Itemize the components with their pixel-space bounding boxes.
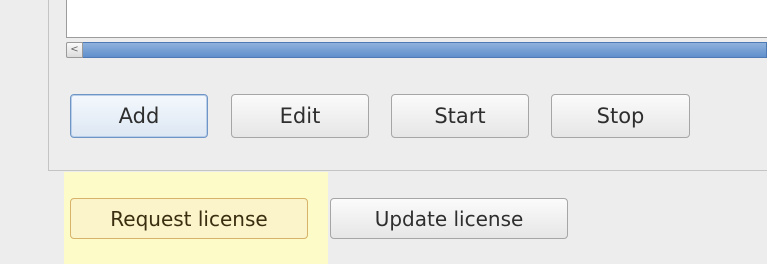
scroll-left-button[interactable]: < bbox=[66, 42, 83, 58]
chevron-left-icon: < bbox=[70, 44, 79, 55]
update-license-button[interactable]: Update license bbox=[330, 198, 568, 239]
services-list[interactable] bbox=[66, 0, 767, 38]
start-button[interactable]: Start bbox=[391, 94, 529, 138]
request-license-button[interactable]: Request license bbox=[70, 198, 308, 239]
horizontal-scrollbar[interactable]: < bbox=[66, 42, 767, 58]
add-button[interactable]: Add bbox=[70, 94, 208, 138]
scrollbar-thumb[interactable] bbox=[83, 42, 767, 58]
edit-button[interactable]: Edit bbox=[231, 94, 369, 138]
stop-button[interactable]: Stop bbox=[551, 94, 690, 138]
